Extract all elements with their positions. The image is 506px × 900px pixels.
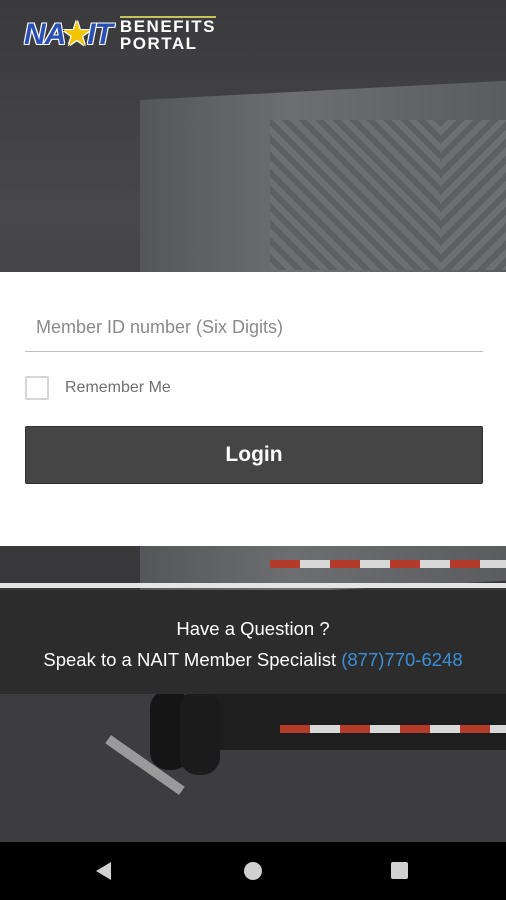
nait-logo: NA★IT BENEFITS PORTAL bbox=[24, 14, 216, 54]
help-question: Have a Question ? bbox=[176, 618, 330, 639]
trailer-door bbox=[270, 120, 440, 270]
logo-text: BENEFITS PORTAL bbox=[119, 16, 216, 53]
divider bbox=[0, 583, 506, 588]
back-icon[interactable] bbox=[96, 862, 111, 880]
trailer-bumper bbox=[190, 690, 506, 750]
trailer-door bbox=[440, 120, 506, 270]
logo-line-benefits: BENEFITS bbox=[119, 17, 216, 36]
phone-link[interactable]: (877)770-6248 bbox=[341, 649, 462, 670]
remember-me-label: Remember Me bbox=[65, 379, 171, 396]
specialist-text: Speak to a NAIT Member Specialist bbox=[43, 649, 337, 670]
remember-me-checkbox[interactable] bbox=[25, 376, 49, 400]
remember-me[interactable]: Remember Me bbox=[25, 376, 171, 400]
help-specialist-line: Speak to a NAIT Member Specialist (877)7… bbox=[0, 649, 506, 671]
login-button[interactable]: Login bbox=[25, 426, 483, 484]
star-icon: ★ bbox=[63, 17, 90, 51]
logo-line-portal: PORTAL bbox=[119, 34, 198, 53]
wheel bbox=[180, 690, 220, 775]
member-id-field[interactable] bbox=[25, 305, 494, 352]
help-banner: Have a Question ? Speak to a NAIT Member… bbox=[0, 590, 506, 694]
reflector-strip bbox=[270, 560, 506, 568]
home-icon[interactable] bbox=[244, 862, 262, 880]
recents-icon[interactable] bbox=[391, 862, 408, 879]
logo-mark: NA★IT bbox=[24, 17, 113, 51]
member-id-input[interactable] bbox=[25, 305, 494, 349]
reflector-strip bbox=[280, 725, 506, 733]
